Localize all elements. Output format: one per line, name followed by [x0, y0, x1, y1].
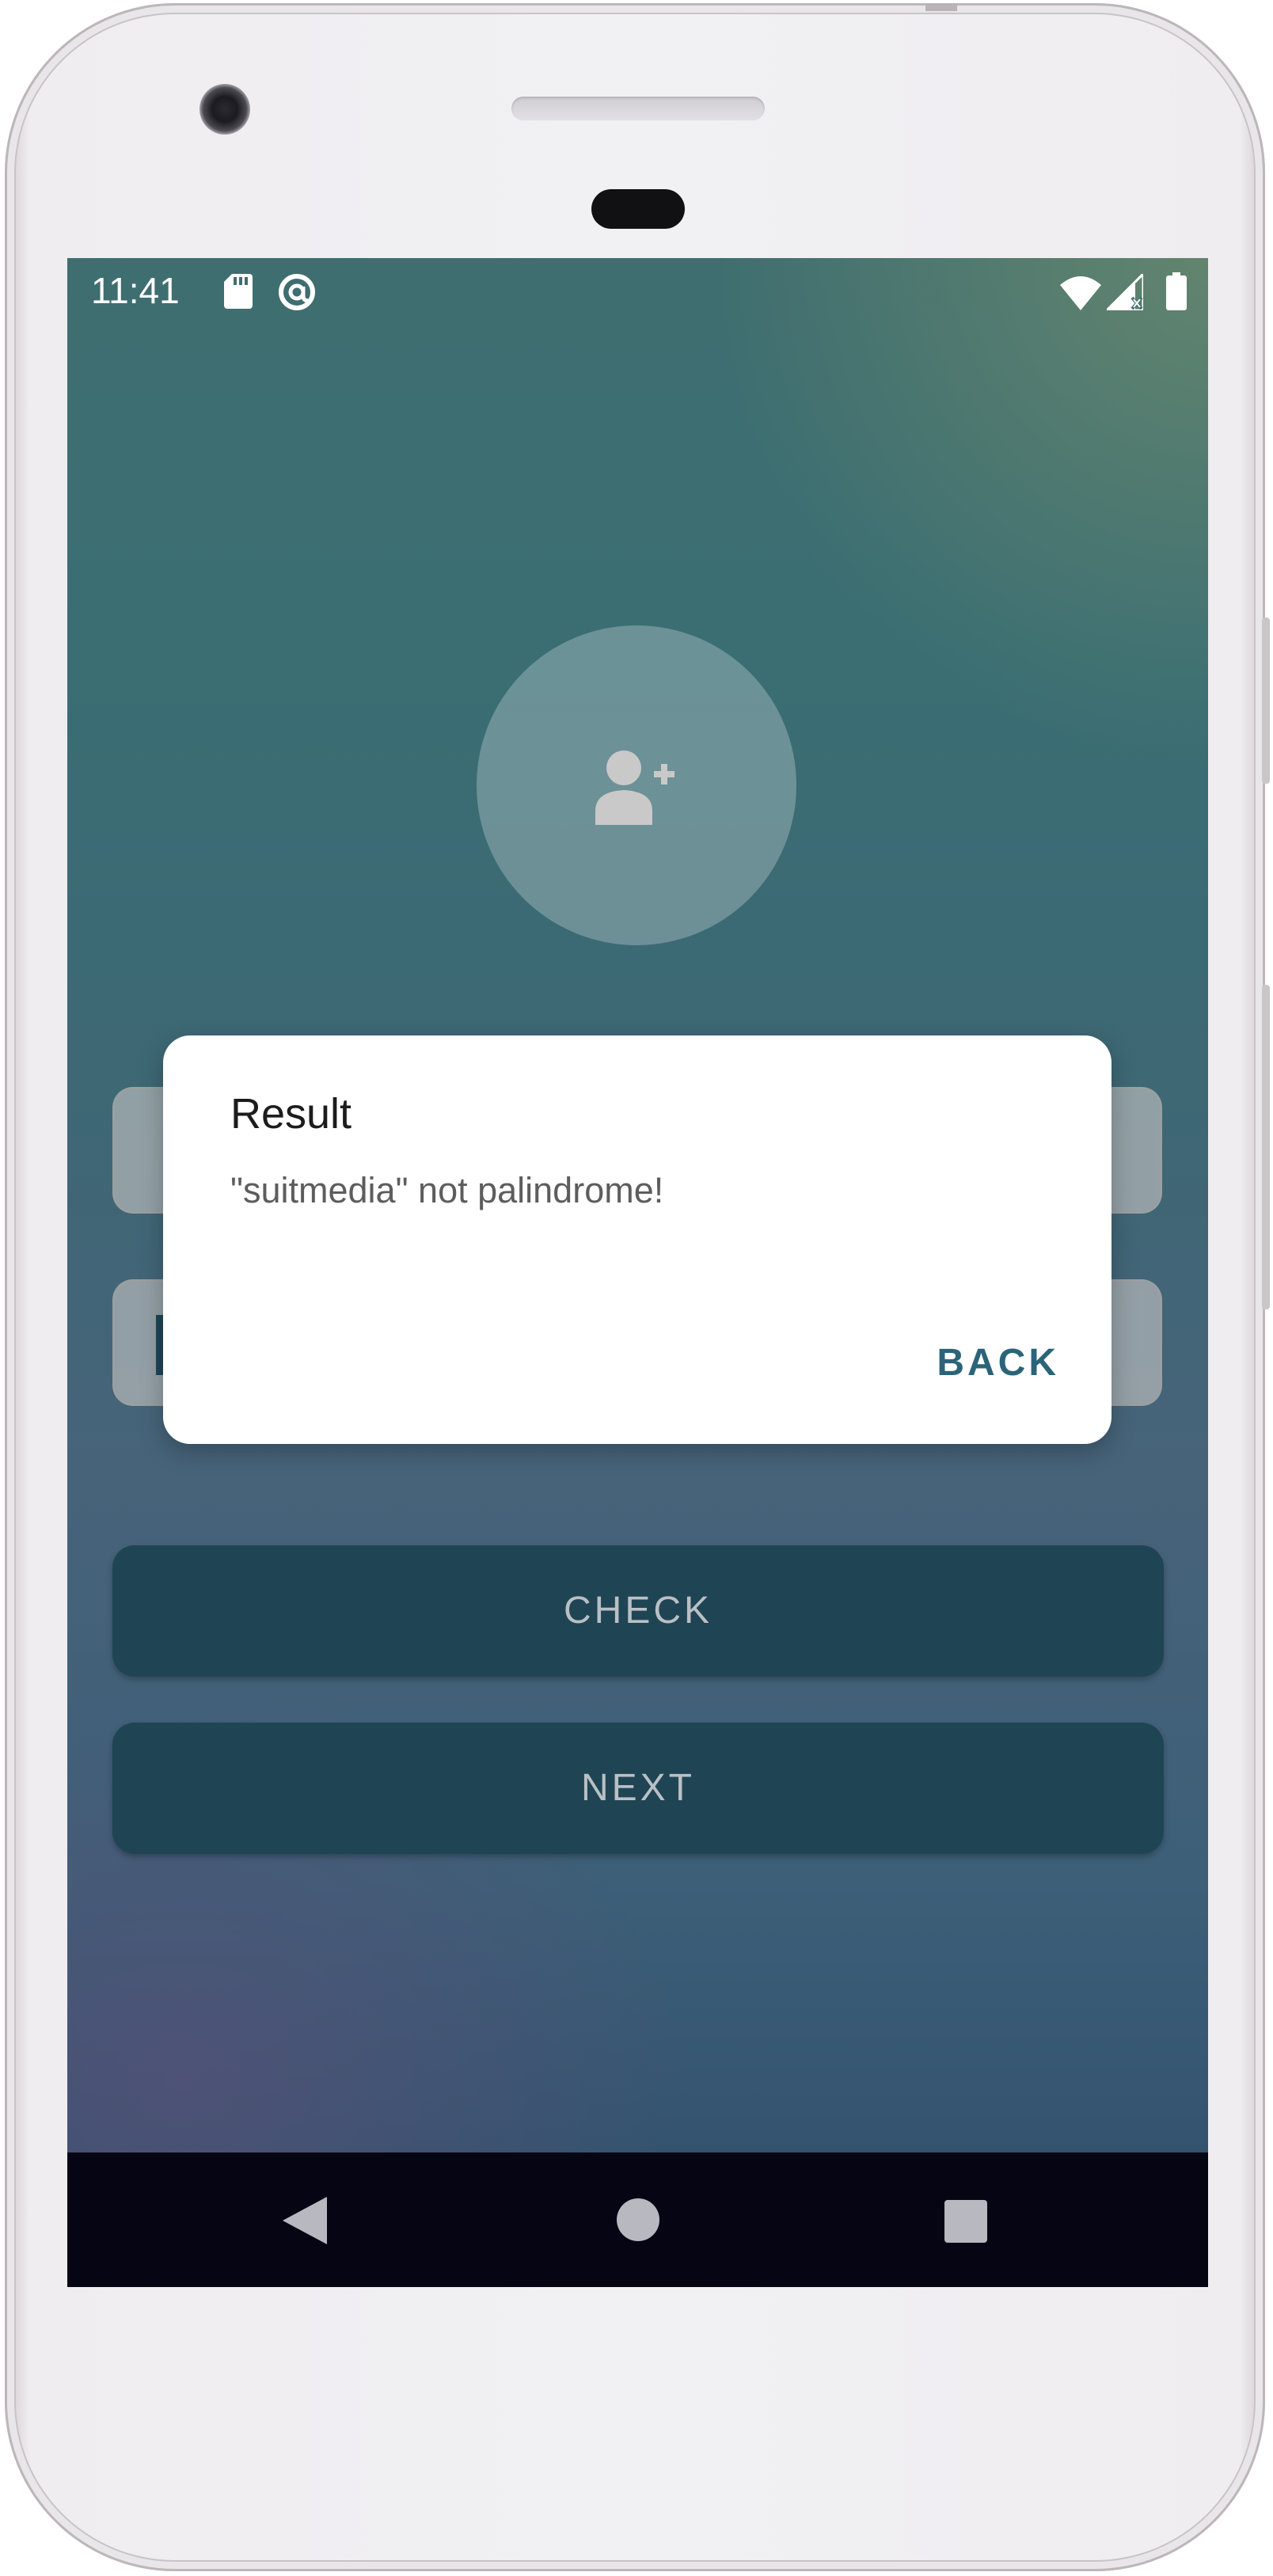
battery-icon — [1166, 272, 1187, 310]
nav-home-icon[interactable] — [617, 2198, 659, 2241]
dialog-back-button[interactable]: BACK — [937, 1341, 1059, 1385]
navigation-bar — [67, 2152, 1208, 2287]
next-button[interactable]: NEXT — [112, 1723, 1164, 1854]
add-user-icon — [595, 750, 674, 825]
nav-back-icon[interactable] — [283, 2197, 327, 2244]
front-camera — [200, 84, 250, 135]
nav-recents-icon[interactable] — [944, 2200, 987, 2243]
status-bar: 11:41 — [67, 258, 1208, 325]
phone-frame: 11:41 CHECK NEXT Result "suitmedia" not … — [5, 3, 1270, 2571]
earpiece-speaker — [511, 97, 765, 120]
proximity-sensor — [591, 189, 685, 229]
check-button[interactable]: CHECK — [112, 1545, 1164, 1677]
top-edge-button — [925, 3, 957, 11]
status-time: 11:41 — [91, 270, 180, 311]
cell-signal-icon — [1107, 274, 1143, 310]
wifi-icon — [1060, 276, 1101, 310]
dialog-message: "suitmedia" not palindrome! — [230, 1170, 664, 1210]
sd-card-icon — [224, 274, 253, 309]
at-sign-icon — [279, 274, 315, 310]
volume-button — [1262, 617, 1270, 784]
result-dialog: Result "suitmedia" not palindrome! BACK — [163, 1035, 1112, 1444]
add-photo-avatar[interactable] — [477, 625, 796, 945]
dialog-title: Result — [230, 1090, 352, 1138]
power-button — [1262, 985, 1270, 1309]
